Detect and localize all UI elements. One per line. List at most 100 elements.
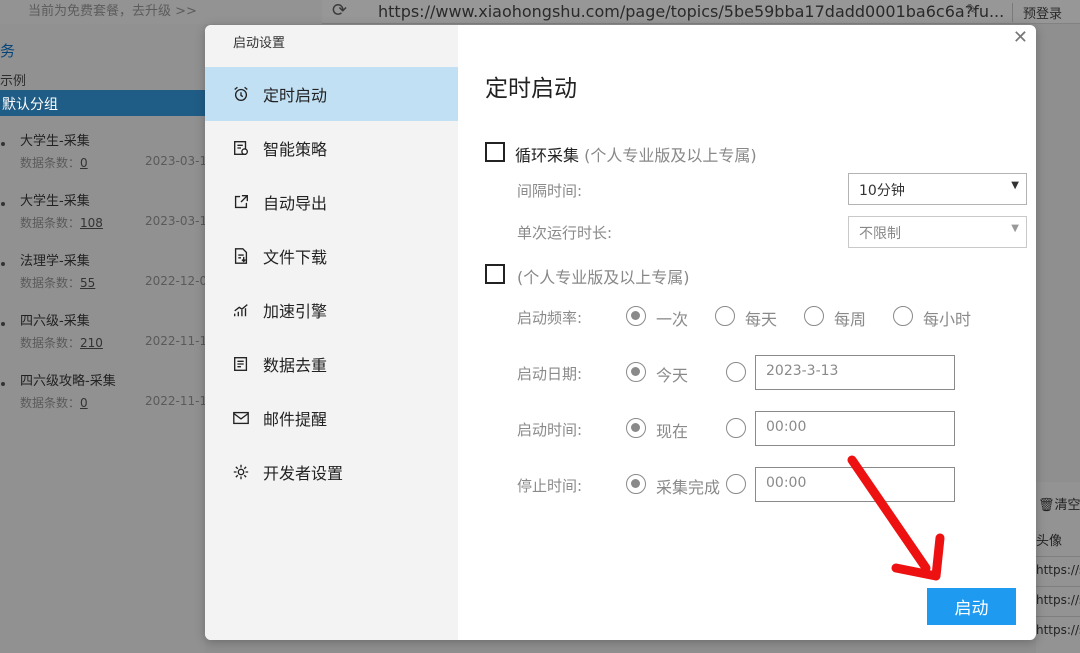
time-custom-radio[interactable] (726, 418, 746, 438)
dialog-title: 启动设置 (233, 36, 286, 51)
nav-smart-strategy[interactable]: 智能策略 (205, 121, 458, 175)
start-date-field[interactable]: 2023-3-13 (755, 355, 955, 390)
date-today-radio[interactable] (626, 362, 646, 382)
frequency-daily-radio[interactable] (715, 306, 735, 326)
nav-label: 邮件提醒 (263, 410, 328, 429)
frequency-once-label: 一次 (656, 310, 689, 329)
clear-button[interactable]: 🗑清空 (1038, 494, 1080, 513)
task-sidebar: 务 示例 默认分组 大学生-采集 数据条数：0 2023-03-1 大学生-采集… (0, 24, 208, 653)
task-item[interactable]: 大学生-采集 数据条数：0 2023-03-1 (0, 130, 208, 184)
table-cell: https://sn (1036, 616, 1080, 646)
time-now-label: 现在 (656, 422, 689, 441)
scheduled-note: (个人专业版及以上专属) (517, 268, 690, 287)
url-text[interactable]: https://www.xiaohongshu.com/page/topics/… (378, 2, 1004, 21)
task-item[interactable]: 法理学-采集 数据条数：55 2022-12-0 (0, 250, 208, 304)
nav-label: 文件下载 (263, 248, 328, 267)
edit-url-icon[interactable]: ✎ (966, 2, 978, 18)
frequency-hourly-label: 每小时 (923, 310, 972, 329)
scheduled-start-panel: 定时启动 循环采集 (个人专业版及以上专属) 间隔时间: 10分钟 ▼ 单次运行… (458, 25, 1036, 640)
alarm-clock-icon (231, 84, 251, 104)
strategy-doc-icon (231, 138, 251, 158)
nav-label: 定时启动 (263, 86, 328, 105)
task-count: 数据条数：210 (20, 336, 103, 350)
scheduled-start-checkbox[interactable] (485, 264, 505, 284)
settings-sidebar: 启动设置 定时启动 智能策略 自动导出 文件下载 加速引擎 数据去重 邮件提醒 … (205, 25, 458, 640)
nav-email-reminder[interactable]: 邮件提醒 (205, 391, 458, 445)
nav-speed-engine[interactable]: 加速引擎 (205, 283, 458, 337)
frequency-daily-label: 每天 (745, 310, 778, 329)
nav-scheduled-start[interactable]: 定时启动 (205, 67, 458, 121)
task-date: 2022-12-0 (145, 274, 208, 288)
frequency-weekly-radio[interactable] (804, 306, 824, 326)
task-name: 法理学-采集 (20, 254, 90, 269)
gear-icon (231, 462, 251, 482)
frequency-once-radio[interactable] (626, 306, 646, 326)
nav-label: 开发者设置 (263, 464, 344, 483)
stop-custom-radio[interactable] (726, 474, 746, 494)
date-custom-radio[interactable] (726, 362, 746, 382)
start-time-label: 启动时间: (517, 421, 583, 439)
task-count: 数据条数：108 (20, 216, 103, 230)
chevron-down-icon: ▼ (1011, 180, 1019, 191)
nav-label: 自动导出 (263, 194, 328, 213)
task-item[interactable]: 四六级攻略-采集 数据条数：0 2022-11-1 (0, 370, 208, 424)
task-date: 2022-11-1 (145, 394, 208, 408)
loop-collect-checkbox[interactable] (485, 142, 505, 162)
time-now-radio[interactable] (626, 418, 646, 438)
frequency-hourly-radio[interactable] (893, 306, 913, 326)
task-section-title: 务 (0, 42, 16, 60)
task-date: 2022-11-1 (145, 334, 208, 348)
table-cell: https://sn (1036, 586, 1080, 616)
start-date-label: 启动日期: (517, 365, 583, 383)
file-download-icon (231, 246, 251, 266)
frequency-weekly-label: 每周 (834, 310, 867, 329)
default-group[interactable]: 默认分组 (0, 90, 205, 116)
chevron-down-icon: ▼ (1011, 223, 1019, 234)
nav-label: 数据去重 (263, 356, 328, 375)
panel-title: 定时启动 (485, 76, 577, 102)
startup-settings-dialog: 启动设置 定时启动 智能策略 自动导出 文件下载 加速引擎 数据去重 邮件提醒 … (205, 25, 1036, 640)
nav-data-dedup[interactable]: 数据去重 (205, 337, 458, 391)
frequency-label: 启动频率: (517, 309, 583, 327)
dedup-list-icon (231, 354, 251, 374)
stop-on-complete-radio[interactable] (626, 474, 646, 494)
table-cell: https://sn (1036, 556, 1080, 586)
address-bar: ⟳ https://www.xiaohongshu.com/page/topic… (322, 0, 1080, 24)
task-count: 数据条数：0 (20, 156, 88, 170)
loop-collect-label: 循环采集 (个人专业版及以上专属) (515, 146, 757, 165)
task-count: 数据条数：0 (20, 396, 88, 410)
stop-time-label: 停止时间: (517, 477, 583, 495)
stop-time-field[interactable]: 00:00 (755, 467, 955, 502)
pre-login-button[interactable]: 预登录 (1012, 3, 1062, 22)
avatar-column-header: 头像 (1036, 534, 1063, 549)
task-date: 2023-03-1 (145, 154, 208, 168)
task-name: 大学生-采集 (20, 134, 90, 149)
task-item[interactable]: 大学生-采集 数据条数：108 2023-03-1 (0, 190, 208, 244)
nav-label: 加速引擎 (263, 302, 328, 321)
task-count: 数据条数：55 (20, 276, 96, 290)
single-run-select[interactable]: 不限制 ▼ (848, 216, 1027, 248)
date-today-label: 今天 (656, 366, 689, 385)
start-button[interactable]: 启动 (927, 588, 1016, 625)
nav-label: 智能策略 (263, 140, 328, 159)
mail-icon (231, 408, 251, 428)
task-date: 2023-03-1 (145, 214, 208, 228)
nav-developer-settings[interactable]: 开发者设置 (205, 445, 458, 499)
task-item[interactable]: 四六级-采集 数据条数：210 2022-11-1 (0, 310, 208, 364)
data-preview-panel: 🗑清空 头像 https://sn https://sn https://sn (1036, 482, 1080, 653)
speed-chart-icon (231, 300, 251, 320)
single-run-label: 单次运行时长: (517, 224, 613, 242)
plan-upgrade-link[interactable]: 当前为免费套餐，去升级 >> (28, 0, 197, 19)
nav-file-download[interactable]: 文件下载 (205, 229, 458, 283)
interval-select[interactable]: 10分钟 ▼ (848, 173, 1027, 205)
stop-on-complete-label: 采集完成 (656, 478, 721, 497)
task-name: 大学生-采集 (20, 194, 90, 209)
nav-auto-export[interactable]: 自动导出 (205, 175, 458, 229)
export-icon (231, 192, 251, 212)
task-name: 四六级-采集 (20, 314, 90, 329)
reload-icon[interactable]: ⟳ (332, 0, 347, 21)
task-name: 四六级攻略-采集 (20, 374, 116, 389)
start-time-field[interactable]: 00:00 (755, 411, 955, 446)
example-folder[interactable]: 示例 (0, 70, 26, 89)
interval-label: 间隔时间: (517, 182, 583, 200)
